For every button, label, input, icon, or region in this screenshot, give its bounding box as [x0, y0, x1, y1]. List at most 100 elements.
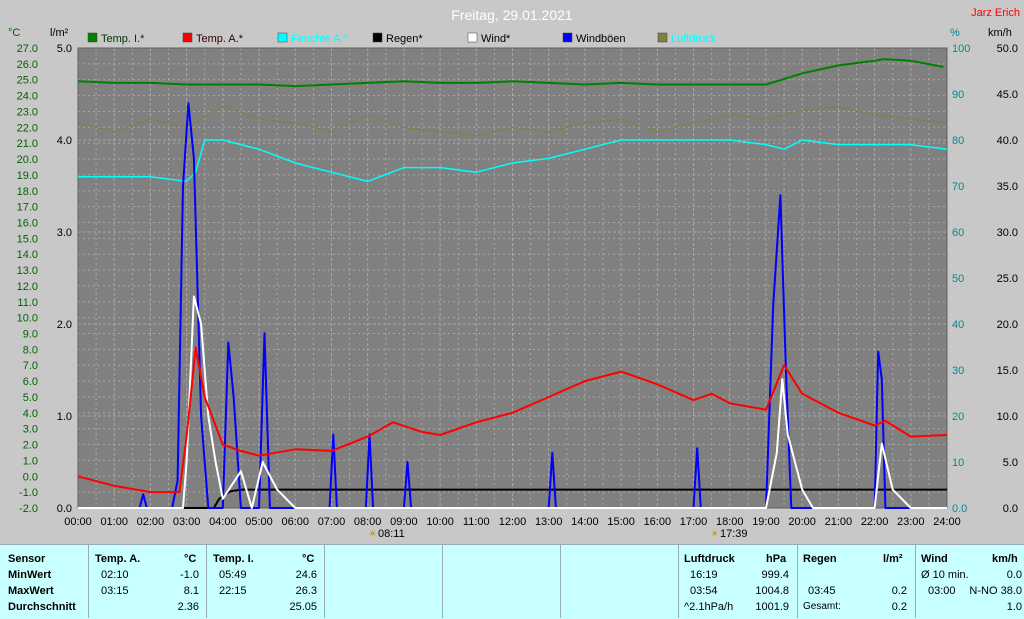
sunrise-marker: ☀ 08:11 — [368, 528, 405, 540]
temp-a-max-time: 03:15 — [101, 585, 129, 597]
x-tick-label: 08:00 — [354, 516, 382, 528]
temp-tick-label: 19.0 — [17, 170, 38, 182]
pressure-header: Luftdruck — [684, 553, 735, 565]
wind-header: Wind — [921, 553, 948, 565]
sunset-icon: ☀ — [710, 529, 719, 540]
wind-tick-label: 15.0 — [997, 365, 1018, 377]
temp-tick-label: 16.0 — [17, 217, 38, 229]
humidity-tick-label: 20 — [952, 411, 964, 423]
legend-swatch — [657, 32, 668, 43]
row-label-max: MaxWert — [8, 585, 54, 597]
wind-tick-label: 30.0 — [997, 227, 1018, 239]
chart-title: Freitag, 29.01.2021 — [451, 7, 573, 23]
temp-tick-label: 3.0 — [23, 424, 38, 436]
sensor-header: Sensor — [8, 553, 46, 565]
x-tick-label: 12:00 — [499, 516, 527, 528]
temp-tick-label: 25.0 — [17, 75, 38, 87]
temp-tick-label: 7.0 — [23, 360, 38, 372]
temp-tick-label: 15.0 — [17, 233, 38, 245]
temp-i-header: Temp. I. — [213, 553, 254, 565]
rain-max-time: 03:45 — [808, 585, 836, 597]
pressure-max-time: 03:54 — [690, 585, 718, 597]
temp-tick-label: 18.0 — [17, 186, 38, 198]
temp-tick-label: 1.0 — [23, 455, 38, 467]
x-tick-label: 20:00 — [788, 516, 816, 528]
temp-tick-label: 14.0 — [17, 249, 38, 261]
pressure-unit: hPa — [766, 553, 787, 565]
temp-i-avg: 25.05 — [289, 601, 317, 613]
stats-panel — [0, 544, 1024, 619]
temp-i-min-time: 05:49 — [219, 569, 247, 581]
temp-tick-label: 9.0 — [23, 329, 38, 341]
x-tick-label: 06:00 — [281, 516, 309, 528]
x-tick-label: 01:00 — [100, 516, 128, 528]
wind-tick-label: 25.0 — [997, 273, 1018, 285]
humidity-tick-label: 70 — [952, 181, 964, 193]
rain-tick-label: 3.0 — [57, 227, 72, 239]
wind-unit: km/h — [992, 553, 1018, 565]
temp-tick-label: 13.0 — [17, 265, 38, 277]
rain-tick-label: 2.0 — [57, 319, 72, 331]
temp-a-min-time: 02:10 — [101, 569, 129, 581]
rain-tick-label: 1.0 — [57, 411, 72, 423]
sunrise-icon: ☀ — [368, 529, 377, 540]
wind-tick-label: 0.0 — [1003, 503, 1018, 515]
pressure-min: 999.4 — [761, 569, 789, 581]
x-tick-label: 24:00 — [933, 516, 961, 528]
legend-swatch — [372, 32, 383, 43]
legend-label: Windböen — [576, 33, 626, 45]
wind-max-time: 03:00 — [928, 585, 956, 597]
legend-label: Wind* — [481, 33, 511, 45]
rain-tick-label: 0.0 — [57, 503, 72, 515]
x-tick-label: 18:00 — [716, 516, 744, 528]
rain-max: 0.2 — [891, 585, 907, 597]
humidity-tick-label: 60 — [952, 227, 964, 239]
legend-label: Temp. A.* — [196, 33, 244, 45]
x-tick-label: 19:00 — [752, 516, 780, 528]
x-tick-label: 03:00 — [173, 516, 201, 528]
temp-tick-label: 2.0 — [23, 440, 38, 452]
x-tick-label: 22:00 — [861, 516, 889, 528]
temp-i-min: 24.6 — [295, 569, 317, 581]
temp-tick-label: 20.0 — [17, 154, 38, 166]
author-label: Jarz Erich — [971, 7, 1020, 19]
humidity-tick-label: 10 — [952, 457, 964, 469]
temp-a-unit: °C — [184, 553, 197, 565]
temp-tick-label: -1.0 — [19, 487, 38, 499]
rain-unit: l/m² — [883, 553, 903, 565]
humidity-tick-label: 90 — [952, 89, 964, 101]
x-tick-label: 02:00 — [137, 516, 165, 528]
wind-max: N-NO 38.0 — [969, 585, 1022, 597]
temp-a-max: 8.1 — [183, 585, 199, 597]
temp-i-max: 26.3 — [295, 585, 317, 597]
x-tick-label: 05:00 — [245, 516, 273, 528]
row-label-avg: Durchschnitt — [8, 601, 76, 613]
temp-tick-label: 21.0 — [17, 138, 38, 150]
wind-tick-label: 35.0 — [997, 181, 1018, 193]
legend-label: Feuchte A.* — [291, 33, 349, 45]
temp-tick-label: 22.0 — [17, 122, 38, 134]
legend-swatch — [277, 32, 288, 43]
rain-total-label: Gesamt: — [803, 601, 841, 612]
wind-tick-label: 5.0 — [1003, 457, 1018, 469]
temp-axis-unit: °C — [8, 27, 20, 39]
x-tick-label: 16:00 — [644, 516, 672, 528]
legend-swatch — [87, 32, 98, 43]
x-tick-label: 23:00 — [897, 516, 925, 528]
legend-swatch — [182, 32, 193, 43]
temp-a-avg: 2.36 — [177, 601, 199, 613]
wind-tick-label: 45.0 — [997, 89, 1018, 101]
temp-tick-label: 27.0 — [17, 43, 38, 55]
rain-tick-label: 4.0 — [57, 135, 72, 147]
temp-tick-label: -2.0 — [19, 503, 38, 515]
temp-i-unit: °C — [302, 553, 315, 565]
x-tick-label: 07:00 — [318, 516, 346, 528]
wind-current: 1.0 — [1006, 601, 1022, 613]
x-tick-label: 00:00 — [64, 516, 92, 528]
rain-tick-label: 5.0 — [57, 43, 72, 55]
pressure-trend: ^2.1hPa/h — [684, 601, 734, 613]
pressure-max: 1004.8 — [755, 585, 789, 597]
temp-tick-label: 24.0 — [17, 91, 38, 103]
legend-swatch — [562, 32, 573, 43]
x-tick-label: 17:00 — [680, 516, 708, 528]
